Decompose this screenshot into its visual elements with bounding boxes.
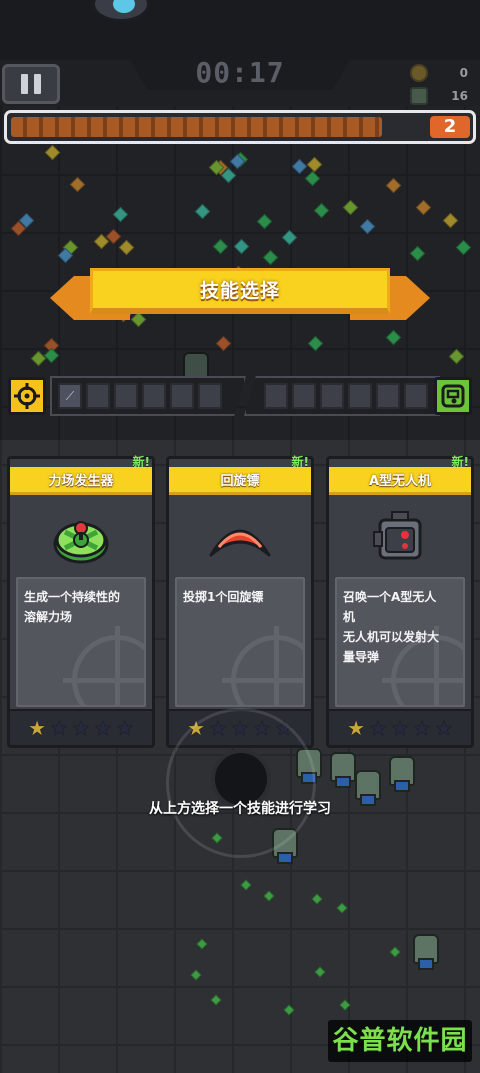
banner-plate: 技能选择 (90, 268, 390, 314)
skill-description: 生成一个持续性的 溶解力场 (24, 590, 121, 624)
empty-passive-slot (376, 383, 400, 409)
passive-skill-slots (244, 376, 440, 416)
zombie-enemy (330, 752, 356, 788)
selection-hint: 从上方选择一个技能进行学习 (149, 801, 331, 817)
skill-card-boomerang[interactable]: 新! 回旋镖 投掷1个回旋镖 ★ ★ ★ ★ ★ (166, 455, 314, 748)
empty-skill-slot (170, 383, 194, 409)
star-icon: ★ (115, 716, 134, 740)
skill-name: 回旋镖 (220, 474, 260, 489)
zombie-enemy (413, 934, 439, 970)
skill-description: 投掷1个回旋镖 (183, 590, 264, 604)
game-timer: 00:17 (195, 56, 285, 89)
card-header: 力场发生器 (10, 467, 152, 495)
xp-bar: 2 (4, 110, 476, 144)
pause-button[interactable] (2, 64, 60, 104)
equipped-skill-bar: ⟋ (8, 376, 472, 416)
boomerang-icon (169, 503, 311, 573)
xp-fill (11, 117, 382, 137)
banner-title: 技能选择 (199, 280, 280, 302)
skill-description: 召唤一个A型无人 机 无人机可以发射大 量导弹 (343, 590, 440, 664)
skill-description-panel: 投掷1个回旋镖 (175, 577, 305, 707)
force-field-generator-icon (10, 503, 152, 573)
site-watermark: 谷普软件园 (328, 1020, 472, 1062)
empty-skill-slot (142, 383, 166, 409)
skill-level-stars: ★ ★ ★ ★ ★ (329, 709, 471, 745)
skill-select-banner: 技能选择 (50, 268, 430, 324)
top-strip (0, 0, 480, 62)
empty-passive-slot (292, 383, 316, 409)
coin-count: 0 (459, 66, 468, 80)
skill-description-panel: 生成一个持续性的 溶解力场 (16, 577, 146, 707)
star-icon: ★ (347, 716, 366, 740)
skill-name: 力场发生器 (48, 474, 114, 489)
kunai-icon: ⟋ (58, 383, 82, 409)
star-icon: ★ (93, 716, 112, 740)
active-skill-slots: ⟋ (50, 376, 246, 416)
star-icon: ★ (412, 716, 431, 740)
empty-skill-slot (114, 383, 138, 409)
card-header: 回旋镖 (169, 467, 311, 495)
empty-passive-slot (404, 383, 428, 409)
empty-skill-slot (198, 383, 222, 409)
empty-passive-slot (320, 383, 344, 409)
pause-icon (34, 74, 41, 94)
zombie-head-icon (410, 87, 428, 105)
skill-card-force-field[interactable]: 新! 力场发生器 生成一个持续性的 溶解力场 ★ ★ ★ ★ ★ (7, 455, 155, 748)
star-icon: ★ (434, 716, 453, 740)
crosshair-watermark-icon (63, 626, 144, 705)
passive-slots-tag (434, 377, 472, 415)
zombie-enemy (389, 756, 415, 792)
skill-description-panel: 召唤一个A型无人 机 无人机可以发射大 量导弹 (335, 577, 465, 707)
star-icon: ★ (369, 716, 388, 740)
star-icon: ★ (50, 716, 69, 740)
star-icon: ★ (28, 716, 47, 740)
gear-module-icon (441, 384, 465, 408)
skill-name: A型无人机 (368, 474, 432, 489)
star-icon: ★ (391, 716, 409, 740)
weapon-slots-tag (8, 377, 46, 415)
kill-count: 16 (451, 89, 468, 103)
kill-counter: 16 (410, 86, 468, 106)
coin-counter: 0 (410, 63, 468, 83)
skill-card-drone-a[interactable]: 新! A型无人机 召唤一个A型无人 机 无人机可以发射大 量导弹 ★ ★ ★ ★ ★ (326, 455, 474, 748)
coin-icon (410, 64, 428, 82)
drone-icon (329, 503, 471, 573)
skill-level-stars: ★ ★ ★ ★ ★ (10, 709, 152, 745)
card-header: A型无人机 (329, 467, 471, 495)
crosshair-icon (14, 383, 40, 409)
player-level: 2 (430, 116, 470, 138)
empty-passive-slot (348, 383, 372, 409)
crosshair-watermark-icon (222, 626, 303, 705)
zombie-enemy (355, 770, 381, 806)
empty-passive-slot (264, 383, 288, 409)
star-icon: ★ (72, 716, 90, 740)
pause-icon (21, 74, 28, 94)
empty-skill-slot (86, 383, 110, 409)
